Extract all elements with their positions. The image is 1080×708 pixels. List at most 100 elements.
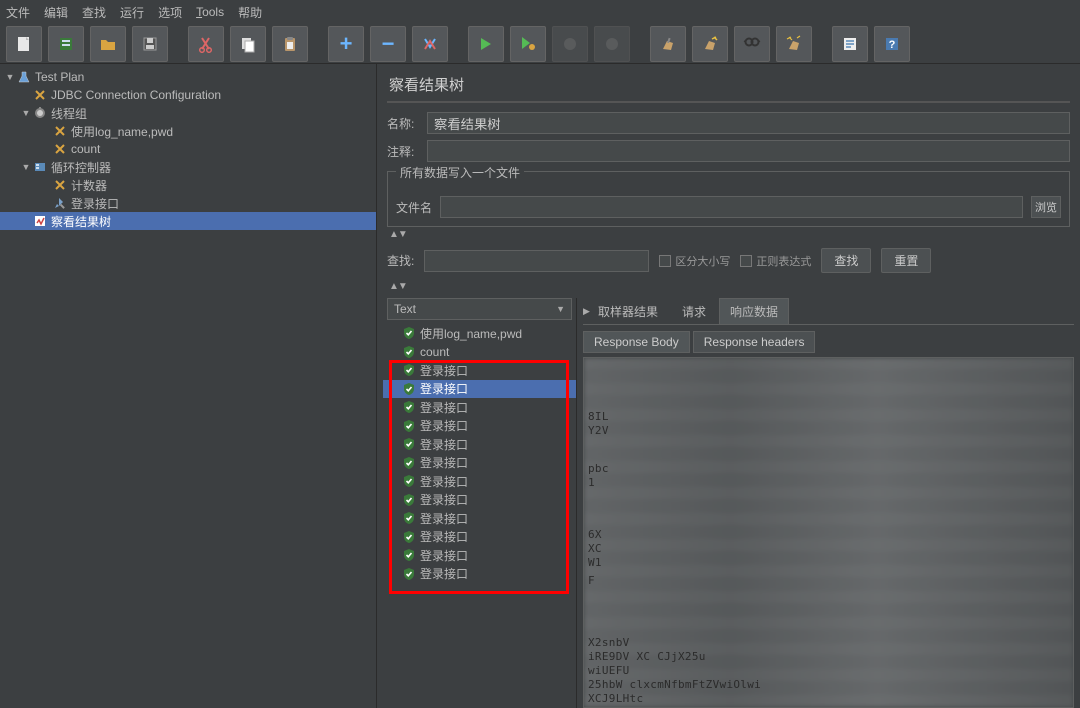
sampler-icon: [52, 195, 68, 211]
success-shield-icon: [402, 493, 416, 507]
tab-response-headers[interactable]: Response headers: [693, 331, 816, 353]
collapser-1[interactable]: ▲▼: [377, 227, 1080, 242]
menu-edit[interactable]: 编辑: [44, 4, 68, 21]
tb-reset-search[interactable]: [776, 26, 812, 62]
menu-options[interactable]: 选项: [158, 4, 182, 21]
menu-search[interactable]: 查找: [82, 4, 106, 21]
write-file-group: 所有数据写入一个文件 文件名 浏览: [387, 171, 1070, 227]
tb-templates[interactable]: [48, 26, 84, 62]
tab-response-data[interactable]: 响应数据: [719, 298, 789, 324]
tb-clear[interactable]: [650, 26, 686, 62]
tree-csv-label: 使用log_name,pwd: [71, 123, 173, 140]
result-item[interactable]: 登录接口: [383, 491, 576, 510]
collapser-2[interactable]: ▲▼: [377, 279, 1080, 294]
comment-label: 注释:: [387, 143, 427, 160]
tab-sampler-result[interactable]: 取样器结果: [587, 298, 669, 324]
result-item-label: 登录接口: [420, 528, 468, 545]
tb-add[interactable]: +: [328, 26, 364, 62]
result-item-label: 登录接口: [420, 547, 468, 564]
tree-count[interactable]: count: [0, 140, 376, 158]
response-text-fragment: wiUEFU: [588, 664, 630, 677]
write-file-legend: 所有数据写入一个文件: [396, 164, 524, 181]
tb-remove[interactable]: −: [370, 26, 406, 62]
file-label: 文件名: [396, 199, 432, 216]
response-text-fragment: pbc: [588, 462, 609, 475]
case-checkbox[interactable]: 区分大小写: [659, 253, 730, 269]
result-item[interactable]: count: [383, 343, 576, 362]
result-item[interactable]: 登录接口: [383, 546, 576, 565]
tree-counter[interactable]: 计数器: [0, 176, 376, 194]
success-shield-icon: [402, 400, 416, 414]
toolbar: + − ?: [0, 24, 1080, 64]
result-item[interactable]: 登录接口: [383, 417, 576, 436]
menu-tools[interactable]: Tools: [196, 5, 224, 19]
success-shield-icon: [402, 345, 416, 359]
reset-button[interactable]: 重置: [881, 248, 931, 273]
result-item[interactable]: 登录接口: [383, 398, 576, 417]
search-input[interactable]: [424, 250, 649, 272]
success-shield-icon: [402, 548, 416, 562]
tb-help[interactable]: ?: [874, 26, 910, 62]
success-shield-icon: [402, 567, 416, 581]
menu-run[interactable]: 运行: [120, 4, 144, 21]
result-item[interactable]: 使用log_name,pwd: [383, 324, 576, 343]
tb-new[interactable]: [6, 26, 42, 62]
result-item[interactable]: 登录接口: [383, 454, 576, 473]
regex-checkbox[interactable]: 正则表达式: [740, 253, 811, 269]
response-subtabs: Response Body Response headers: [583, 331, 1074, 353]
response-text-fragment: 8IL: [588, 410, 609, 423]
tb-search[interactable]: [734, 26, 770, 62]
config-x-icon: [52, 141, 68, 157]
search-button[interactable]: 查找: [821, 248, 871, 273]
results-panel: 察看结果树 名称: 注释: 所有数据写入一个文件 文件名 浏览 ▲▼ 查找: 区…: [377, 64, 1080, 708]
result-item-label: count: [420, 345, 449, 359]
result-item[interactable]: 登录接口: [383, 361, 576, 380]
menu-help[interactable]: 帮助: [238, 4, 262, 21]
tb-clear-all[interactable]: [692, 26, 728, 62]
result-item[interactable]: 登录接口: [383, 435, 576, 454]
tb-open[interactable]: [90, 26, 126, 62]
svg-text:?: ?: [889, 39, 896, 51]
tree-root[interactable]: ▼ Test Plan: [0, 68, 376, 86]
tab-response-body[interactable]: Response Body: [583, 331, 690, 353]
tb-stop[interactable]: [552, 26, 588, 62]
tab-request[interactable]: 请求: [671, 298, 717, 324]
response-text-fragment: 6X: [588, 528, 602, 541]
tree-threadgroup[interactable]: ▼ 线程组: [0, 104, 376, 122]
test-plan-tree[interactable]: ▼ Test Plan JDBC Connection Configuratio…: [0, 64, 377, 708]
tree-csv[interactable]: 使用log_name,pwd: [0, 122, 376, 140]
tree-jdbc[interactable]: JDBC Connection Configuration: [0, 86, 376, 104]
tb-save[interactable]: [132, 26, 168, 62]
browse-button[interactable]: 浏览: [1031, 196, 1061, 218]
tb-toggle[interactable]: [412, 26, 448, 62]
tb-start-no-pause[interactable]: [510, 26, 546, 62]
result-item[interactable]: 登录接口: [383, 472, 576, 491]
results-list[interactable]: 使用log_name,pwdcount登录接口登录接口登录接口登录接口登录接口登…: [383, 324, 576, 708]
tb-start[interactable]: [468, 26, 504, 62]
menu-file[interactable]: 文件: [6, 4, 30, 21]
file-input[interactable]: [440, 196, 1023, 218]
tree-view-results[interactable]: 察看结果树: [0, 212, 376, 230]
result-item-label: 登录接口: [420, 565, 468, 582]
tree-loop-label: 循环控制器: [51, 159, 111, 176]
tb-function[interactable]: [832, 26, 868, 62]
tree-login[interactable]: 登录接口: [0, 194, 376, 212]
tb-paste[interactable]: [272, 26, 308, 62]
result-item[interactable]: 登录接口: [383, 509, 576, 528]
tb-copy[interactable]: [230, 26, 266, 62]
response-body-textarea[interactable]: 8ILY2Vpbc16XXCW1FX2snbViRE9DV XC CJjX25u…: [583, 357, 1074, 708]
name-input[interactable]: [427, 112, 1070, 134]
result-item[interactable]: 登录接口: [383, 528, 576, 547]
result-item-label: 使用log_name,pwd: [420, 325, 522, 342]
result-item[interactable]: 登录接口: [383, 565, 576, 584]
comment-input[interactable]: [427, 140, 1070, 162]
result-item-label: 登录接口: [420, 417, 468, 434]
tb-cut[interactable]: [188, 26, 224, 62]
result-item[interactable]: 登录接口: [383, 380, 576, 399]
tb-shutdown[interactable]: [594, 26, 630, 62]
success-shield-icon: [402, 363, 416, 377]
renderer-dropdown[interactable]: Text ▼: [387, 298, 572, 320]
tree-loop[interactable]: ▼ 循环控制器: [0, 158, 376, 176]
result-item-label: 登录接口: [420, 362, 468, 379]
tree-blurred-item: [0, 230, 376, 248]
